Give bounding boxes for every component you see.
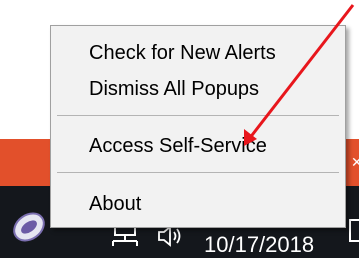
taskbar-clock-date[interactable]: 10/17/2018: [204, 232, 314, 258]
volume-icon[interactable]: [156, 224, 186, 253]
app-icon[interactable]: [9, 207, 49, 252]
menu-separator: [57, 172, 339, 173]
menu-item-self-service[interactable]: Access Self-Service: [51, 129, 345, 163]
menu-item-about[interactable]: About: [51, 187, 345, 221]
menu-separator: [57, 115, 339, 116]
menu-item-dismiss-popups[interactable]: Dismiss All Popups: [51, 72, 345, 106]
close-icon: ✕: [351, 154, 359, 170]
notification-edge[interactable]: [349, 219, 359, 242]
menu-item-check-alerts[interactable]: Check for New Alerts: [51, 36, 345, 70]
tray-context-menu: Check for New Alerts Dismiss All Popups …: [50, 25, 346, 228]
